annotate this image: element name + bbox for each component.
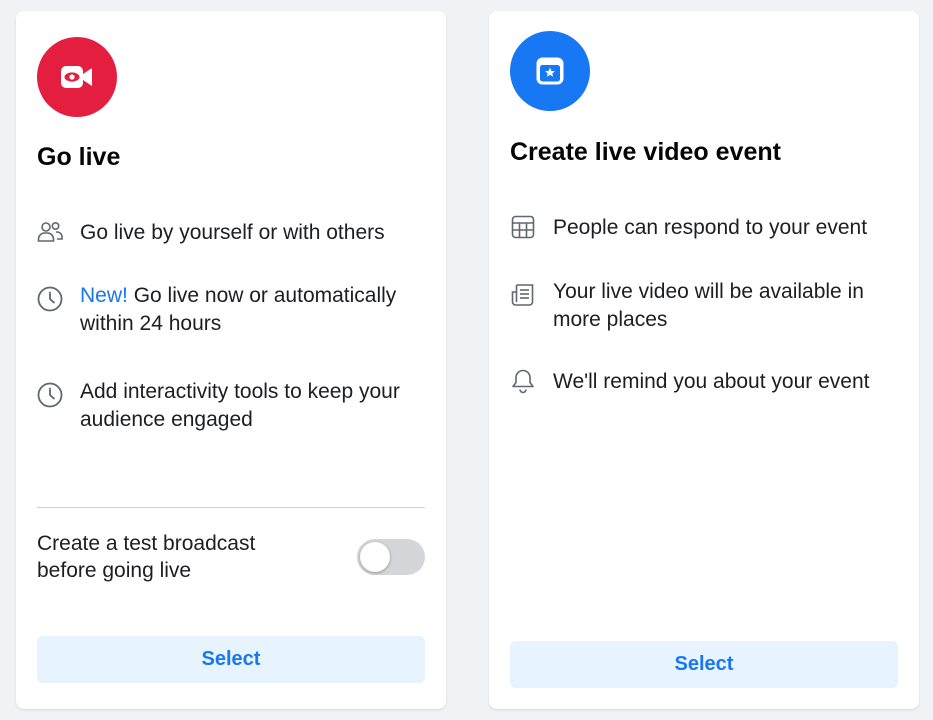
toggle-knob <box>360 542 390 572</box>
go-live-card[interactable]: Go live Go live by yourself or with othe… <box>16 11 446 709</box>
go-live-feature-text-body: Go live now or automatically within 24 h… <box>80 284 397 335</box>
go-live-feature-text: Go live by yourself or with others <box>80 221 385 244</box>
video-camera-icon <box>37 37 117 117</box>
live-event-feature-text: People can respond to your event <box>553 216 868 239</box>
new-badge: New! <box>80 284 128 307</box>
go-live-feature-schedule: New! Go live now or automatically within… <box>37 282 428 338</box>
live-event-select-button[interactable]: Select <box>510 641 898 688</box>
clock-icon <box>37 382 63 408</box>
live-event-title: Create live video event <box>510 138 781 166</box>
go-live-title: Go live <box>37 143 121 171</box>
people-icon <box>37 219 63 245</box>
go-live-feature-text: New! Go live now or automatically within… <box>80 282 428 338</box>
live-event-feature-text: Your live video will be available in mor… <box>553 280 864 331</box>
test-broadcast-label: Create a test broadcast before going liv… <box>37 532 256 582</box>
live-event-feature-text: We'll remind you about your event <box>553 370 870 393</box>
go-live-feature-interactivity: Add interactivity tools to keep your aud… <box>37 378 428 434</box>
live-event-feature-reminder: We'll remind you about your event <box>510 368 901 396</box>
test-broadcast-toggle[interactable] <box>357 539 425 575</box>
go-live-select-button[interactable]: Select <box>37 636 425 683</box>
go-live-feature-text: Add interactivity tools to keep your aud… <box>80 380 400 431</box>
clock-icon <box>37 286 63 312</box>
table-grid-icon <box>510 214 536 240</box>
live-event-feature-respond: People can respond to your event <box>510 214 901 242</box>
divider <box>37 507 425 508</box>
test-broadcast-row: Create a test broadcast before going liv… <box>37 530 425 584</box>
live-event-card[interactable]: Create live video event People can respo… <box>489 11 919 709</box>
calendar-star-icon <box>510 31 590 111</box>
go-live-feature-collab: Go live by yourself or with others <box>37 219 428 247</box>
live-event-feature-places: Your live video will be available in mor… <box>510 278 901 334</box>
bell-icon <box>510 368 536 394</box>
news-feed-icon <box>510 282 536 308</box>
